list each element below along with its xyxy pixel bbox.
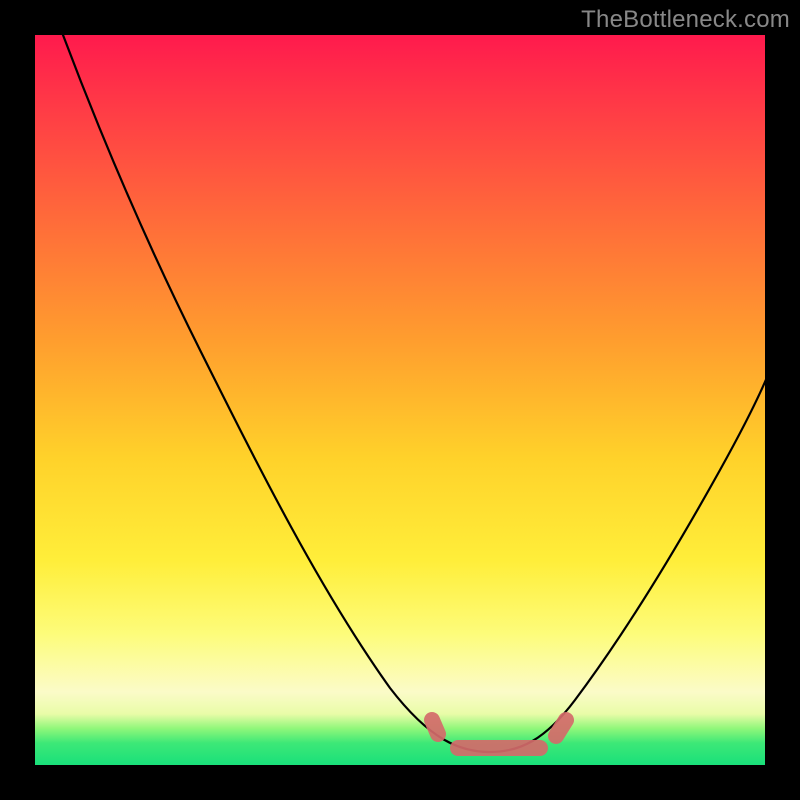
watermark-text: TheBottleneck.com bbox=[581, 6, 790, 34]
chart-frame: TheBottleneck.com bbox=[0, 0, 800, 800]
chart-plot-area bbox=[35, 35, 765, 765]
